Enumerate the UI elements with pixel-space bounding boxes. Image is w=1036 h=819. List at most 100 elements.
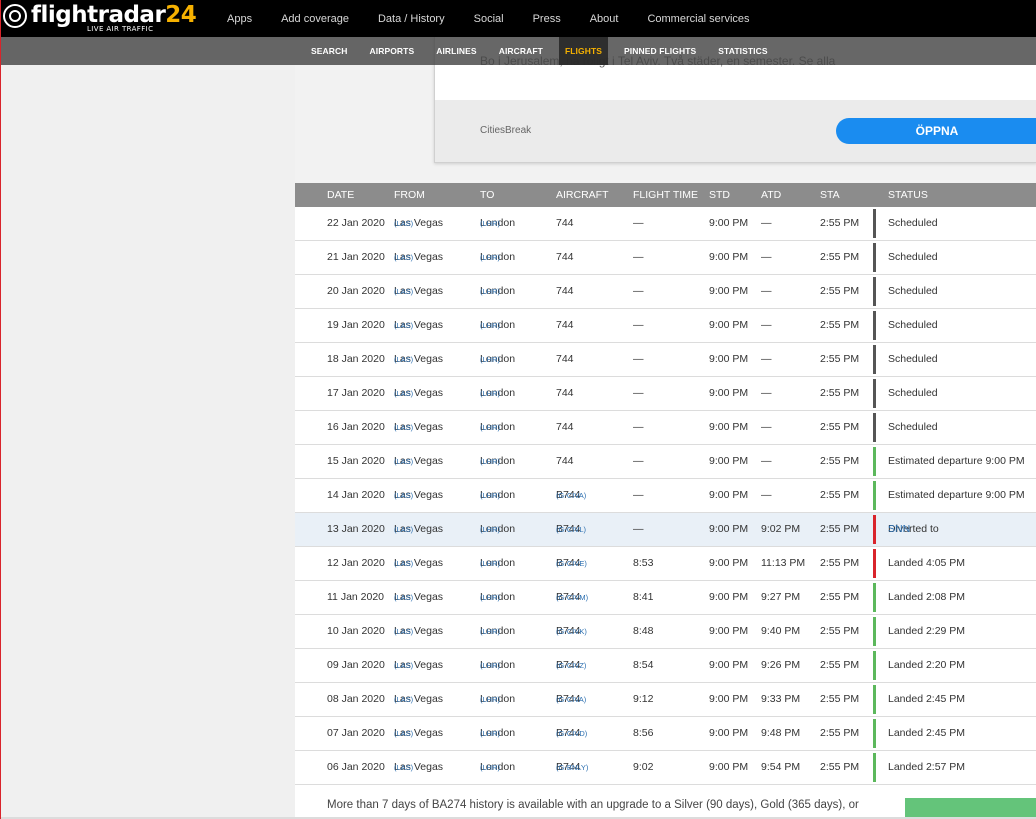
header-atd[interactable]: ATD <box>761 183 781 207</box>
diverted-airport-link[interactable]: SNN <box>888 513 910 546</box>
nav-data-history[interactable]: Data / History <box>378 13 445 25</box>
header-status[interactable]: STATUS <box>888 183 928 207</box>
aircraft-registration-link[interactable]: (G-CIVE) <box>556 547 587 580</box>
status-indicator-bar <box>873 209 876 238</box>
table-row[interactable]: 06 Jan 2020 Las Vegas (LAS) London (LHR) B7… <box>295 751 1036 785</box>
nav-about[interactable]: About <box>590 13 619 25</box>
to-airport-code-link[interactable]: (LHR) <box>480 207 500 240</box>
aircraft-registration-link[interactable]: (G-CIVM) <box>556 581 588 614</box>
subnav-flights[interactable]: FLIGHTS <box>558 37 609 65</box>
aircraft-registration-link[interactable]: (G-CIVA) <box>556 479 586 512</box>
table-row[interactable]: 13 Jan 2020 Las Vegas (LAS) London (LHR) B7… <box>295 513 1036 547</box>
from-airport-code-link[interactable]: (LAS) <box>394 479 413 512</box>
cell-date: 07 Jan 2020 <box>327 727 385 739</box>
to-airport-code-link[interactable]: (LHR) <box>480 343 500 376</box>
status-indicator-bar <box>873 379 876 408</box>
table-row[interactable]: 10 Jan 2020 Las Vegas (LAS) London (LHR) B7… <box>295 615 1036 649</box>
to-airport-code-link[interactable]: (LHR) <box>480 241 500 274</box>
from-airport-code-link[interactable]: (LAS) <box>394 581 413 614</box>
from-airport-code-link[interactable]: (LAS) <box>394 649 413 682</box>
from-airport-code-link[interactable]: (LAS) <box>394 717 413 750</box>
from-airport-code-link[interactable]: (LAS) <box>394 683 413 716</box>
subnav-aircraft[interactable]: AIRCRAFT <box>499 46 543 56</box>
status-text: Scheduled <box>888 387 938 399</box>
aircraft-registration-link[interactable]: (G-CIVL) <box>556 513 586 546</box>
subnav-airports[interactable]: AIRPORTS <box>370 46 415 56</box>
ad-open-button[interactable]: ÖPPNA <box>836 118 1036 144</box>
table-row[interactable]: 22 Jan 2020 Las Vegas (LAS) London (LHR) 74… <box>295 207 1036 241</box>
to-airport-code-link[interactable]: (LHR) <box>480 479 500 512</box>
to-airport-code-link[interactable]: (LHR) <box>480 445 500 478</box>
to-airport-code-link[interactable]: (LHR) <box>480 683 500 716</box>
from-airport-code-link[interactable]: (LAS) <box>394 547 413 580</box>
subnav-statistics[interactable]: STATISTICS <box>718 46 767 56</box>
nav-add-coverage[interactable]: Add coverage <box>281 13 349 25</box>
aircraft-registration-link[interactable]: (G-BNLY) <box>556 751 588 784</box>
from-airport-code-link[interactable]: (LAS) <box>394 343 413 376</box>
subnav-airlines[interactable]: AIRLINES <box>436 46 476 56</box>
from-airport-code-link[interactable]: (LAS) <box>394 513 413 546</box>
to-airport-code-link[interactable]: (LHR) <box>480 513 500 546</box>
from-airport-code-link[interactable]: (LAS) <box>394 275 413 308</box>
table-row[interactable]: 18 Jan 2020 Las Vegas (LAS) London (LHR) 74… <box>295 343 1036 377</box>
from-airport-code-link[interactable]: (LAS) <box>394 241 413 274</box>
table-row[interactable]: 16 Jan 2020 Las Vegas (LAS) London (LHR) 74… <box>295 411 1036 445</box>
from-airport-code-link[interactable]: (LAS) <box>394 615 413 648</box>
cell-std: 9:00 PM <box>709 285 749 297</box>
to-airport-code-link[interactable]: (LHR) <box>480 275 500 308</box>
from-airport-code-link[interactable]: (LAS) <box>394 751 413 784</box>
aircraft-registration-link[interactable]: (G-CIVK) <box>556 615 587 648</box>
aircraft-registration-link[interactable]: (G-CIVZ) <box>556 649 586 682</box>
upgrade-button[interactable] <box>905 798 1036 819</box>
table-row[interactable]: 11 Jan 2020 Las Vegas (LAS) London (LHR) B7… <box>295 581 1036 615</box>
header-std[interactable]: STD <box>709 183 730 207</box>
header-sta[interactable]: STA <box>820 183 840 207</box>
to-airport-code-link[interactable]: (LHR) <box>480 717 500 750</box>
cell-date: 19 Jan 2020 <box>327 319 385 331</box>
to-airport-code-link[interactable]: (LHR) <box>480 615 500 648</box>
cell-date: 10 Jan 2020 <box>327 625 385 637</box>
cell-flight-time: — <box>633 455 644 467</box>
from-airport-code-link[interactable]: (LAS) <box>394 207 413 240</box>
aircraft-registration-link[interactable]: (G-CIVD) <box>556 717 587 750</box>
cell-atd: — <box>761 217 772 229</box>
to-airport-code-link[interactable]: (LHR) <box>480 309 500 342</box>
from-airport-code-link[interactable]: (LAS) <box>394 445 413 478</box>
from-airport-code-link[interactable]: (LAS) <box>394 411 413 444</box>
table-row[interactable]: 17 Jan 2020 Las Vegas (LAS) London (LHR) 74… <box>295 377 1036 411</box>
table-row[interactable]: 19 Jan 2020 Las Vegas (LAS) London (LHR) 74… <box>295 309 1036 343</box>
from-airport-code-link[interactable]: (LAS) <box>394 309 413 342</box>
to-airport-code-link[interactable]: (LHR) <box>480 649 500 682</box>
to-airport-code-link[interactable]: (LHR) <box>480 411 500 444</box>
to-airport-code-link[interactable]: (LHR) <box>480 377 500 410</box>
header-flight-time[interactable]: FLIGHT TIME <box>633 183 698 207</box>
nav-press[interactable]: Press <box>533 13 561 25</box>
table-row[interactable]: 20 Jan 2020 Las Vegas (LAS) London (LHR) 74… <box>295 275 1036 309</box>
cell-atd: 9:33 PM <box>761 693 801 705</box>
table-row[interactable]: 21 Jan 2020 Las Vegas (LAS) London (LHR) 74… <box>295 241 1036 275</box>
cell-atd: 11:13 PM <box>761 557 806 569</box>
header-from[interactable]: FROM <box>394 183 425 207</box>
table-row[interactable]: 08 Jan 2020 Las Vegas (LAS) London (LHR) B7… <box>295 683 1036 717</box>
cell-std: 9:00 PM <box>709 557 749 569</box>
table-row[interactable]: 07 Jan 2020 Las Vegas (LAS) London (LHR) B7… <box>295 717 1036 751</box>
cell-atd: — <box>761 455 772 467</box>
nav-apps[interactable]: Apps <box>227 13 252 25</box>
header-to[interactable]: TO <box>480 183 494 207</box>
from-airport-code-link[interactable]: (LAS) <box>394 377 413 410</box>
to-airport-code-link[interactable]: (LHR) <box>480 581 500 614</box>
table-row[interactable]: 09 Jan 2020 Las Vegas (LAS) London (LHR) B7… <box>295 649 1036 683</box>
nav-commercial-services[interactable]: Commercial services <box>647 13 749 25</box>
flightradar24-logo[interactable]: flightradar24 LIVE AIR TRAFFIC <box>3 2 197 35</box>
table-row[interactable]: 12 Jan 2020 Las Vegas (LAS) London (LHR) B7… <box>295 547 1036 581</box>
nav-social[interactable]: Social <box>474 13 504 25</box>
subnav-pinned-flights[interactable]: PINNED FLIGHTS <box>624 46 696 56</box>
table-row[interactable]: 14 Jan 2020 Las Vegas (LAS) London (LHR) B7… <box>295 479 1036 513</box>
to-airport-code-link[interactable]: (LHR) <box>480 547 500 580</box>
header-date[interactable]: DATE <box>327 183 354 207</box>
to-airport-code-link[interactable]: (LHR) <box>480 751 500 784</box>
aircraft-registration-link[interactable]: (G-CIVA) <box>556 683 586 716</box>
header-aircraft[interactable]: AIRCRAFT <box>556 183 609 207</box>
subnav-search[interactable]: SEARCH <box>311 46 348 56</box>
table-row[interactable]: 15 Jan 2020 Las Vegas (LAS) London (LHR) 74… <box>295 445 1036 479</box>
